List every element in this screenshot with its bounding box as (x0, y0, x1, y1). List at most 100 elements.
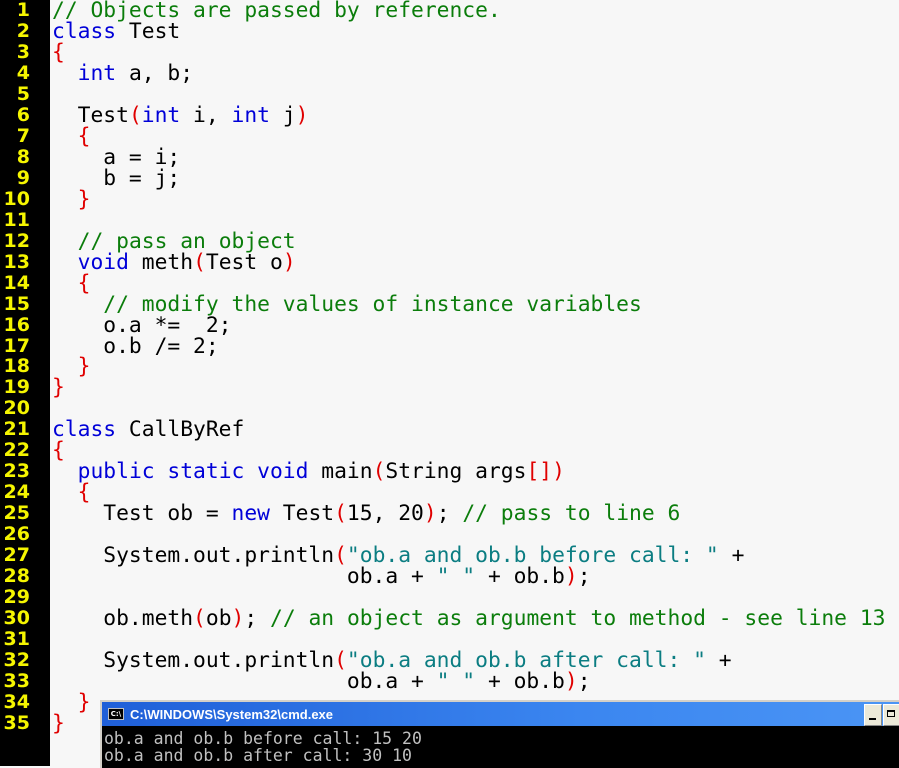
code-line: // Objects are passed by reference. (52, 0, 501, 21)
code-line: { (52, 440, 65, 461)
keyword-token: int (77, 60, 117, 86)
line-number: 30 (3, 607, 30, 630)
bracket-token: ( (128, 102, 142, 128)
line-number: 25 (3, 502, 30, 525)
code-line: { (52, 482, 91, 503)
code-line: { (52, 272, 91, 293)
code-line: } (52, 354, 91, 380)
code-line: System.out.println("ob.a and ob.b before… (52, 545, 744, 566)
code-token: Test o (205, 249, 283, 275)
window-controls (864, 704, 899, 726)
code-line: } (52, 187, 91, 212)
line-number: 34 (3, 691, 30, 713)
console-output: ob.a and ob.b before call: 15 20 ob.a an… (104, 730, 899, 768)
line-number: 18 (3, 355, 30, 378)
code-token: Test ob = (52, 501, 232, 527)
code-line: ob.meth(ob); // an object as argument to… (52, 608, 885, 629)
bracket-token: ( (193, 249, 206, 275)
bracket-token: ) (295, 102, 309, 128)
bracket-token: []) (526, 459, 565, 485)
keyword-token: int (231, 102, 270, 128)
line-number: 26 (3, 523, 30, 546)
minimize-button[interactable] (864, 704, 882, 726)
line-number: 9 (16, 166, 30, 189)
code-line: class Test (52, 21, 180, 42)
line-number: 12 (3, 229, 30, 252)
line-number-gutter: 1 2 3 4 5 6 7 8 9 10 11 12 13 14 15 16 17 18 19 20 21 22 23 24 2… (0, 0, 50, 766)
code-line: ob.a + " " + ob.b); (52, 566, 591, 587)
line-number: 23 (3, 460, 30, 483)
code-line: } (52, 690, 91, 715)
code-token: 15, 20 (346, 501, 424, 527)
code-token: main (308, 459, 373, 485)
line-number: 1 (16, 0, 30, 21)
console-window[interactable]: C:\ C:\WINDOWS\System32\cmd.exe ob.a and… (100, 700, 899, 768)
code-token: ; (436, 501, 463, 527)
line-number: 29 (3, 586, 30, 609)
code-line: } (52, 713, 65, 734)
code-token: Test (116, 18, 181, 44)
line-number: 13 (3, 250, 30, 273)
code-line: // pass an object (52, 231, 296, 252)
code-token: ; (244, 606, 271, 632)
bracket-token: ) (423, 501, 437, 527)
code-token: ; (577, 564, 591, 590)
line-number: 22 (3, 439, 30, 462)
code-line: Test(int i, int j) (52, 102, 309, 128)
line-number: 15 (3, 292, 30, 315)
code-token: a, b; (116, 60, 194, 86)
code-line: ob.a + " " + ob.b); (52, 671, 591, 692)
console-titlebar[interactable]: C:\ C:\WINDOWS\System32\cmd.exe (102, 702, 899, 726)
bracket-token: } (77, 690, 91, 715)
keyword-token: new (231, 501, 270, 527)
line-number: 2 (16, 19, 30, 42)
bracket-token: } (77, 354, 91, 380)
line-number: 16 (3, 313, 30, 336)
string-token: " " (436, 669, 476, 695)
bracket-token: ) (564, 669, 578, 695)
code-token: ; (577, 669, 591, 695)
line-number: 31 (3, 628, 30, 651)
code-line: } (52, 377, 65, 398)
line-number: 32 (3, 649, 30, 672)
code-token: j (270, 102, 296, 128)
code-token: ob.a + (52, 564, 437, 590)
line-number: 24 (3, 481, 30, 504)
code-line: o.b /= 2; (52, 335, 218, 356)
cmd-window-icon: C:\ (108, 708, 124, 720)
bracket-token: ) (282, 249, 296, 275)
code-editor[interactable]: // Objects are passed by reference. class… (52, 0, 899, 766)
line-number: 35 (3, 711, 30, 734)
code-token: meth (128, 249, 194, 275)
bracket-token: ( (334, 501, 347, 527)
line-number: 11 (3, 208, 30, 231)
bracket-token: } (52, 375, 65, 401)
bracket-token: } (52, 710, 65, 736)
bracket-token: ( (372, 459, 386, 485)
keyword-token: public static void (77, 459, 309, 485)
code-line: a = i; (52, 147, 180, 168)
comment-token: // an object as argument to method - see… (270, 606, 886, 632)
code-line: int a, b; (52, 63, 193, 84)
line-number: 14 (3, 271, 30, 294)
code-line: // modify the values of instance variabl… (52, 293, 642, 314)
code-token: + (718, 543, 745, 569)
line-number: 28 (3, 565, 30, 588)
code-line: class CallByRef (52, 419, 244, 440)
line-number: 19 (3, 376, 30, 399)
code-token: + (705, 648, 732, 674)
line-number: 33 (3, 670, 30, 693)
code-line: void meth(Test o) (52, 249, 296, 275)
code-token: Test (269, 501, 335, 527)
code-token: + ob.b (475, 564, 565, 590)
code-token: i, (180, 102, 232, 128)
maximize-button[interactable] (883, 704, 899, 726)
code-line: { (52, 42, 65, 63)
console-output-line: ob.a and ob.b before call: 15 20 (104, 729, 422, 748)
console-output-line: ob.a and ob.b after call: 30 10 (104, 746, 412, 765)
code-line: b = j; (52, 168, 180, 189)
bracket-token: ( (193, 606, 206, 632)
code-token: String args (385, 459, 527, 485)
